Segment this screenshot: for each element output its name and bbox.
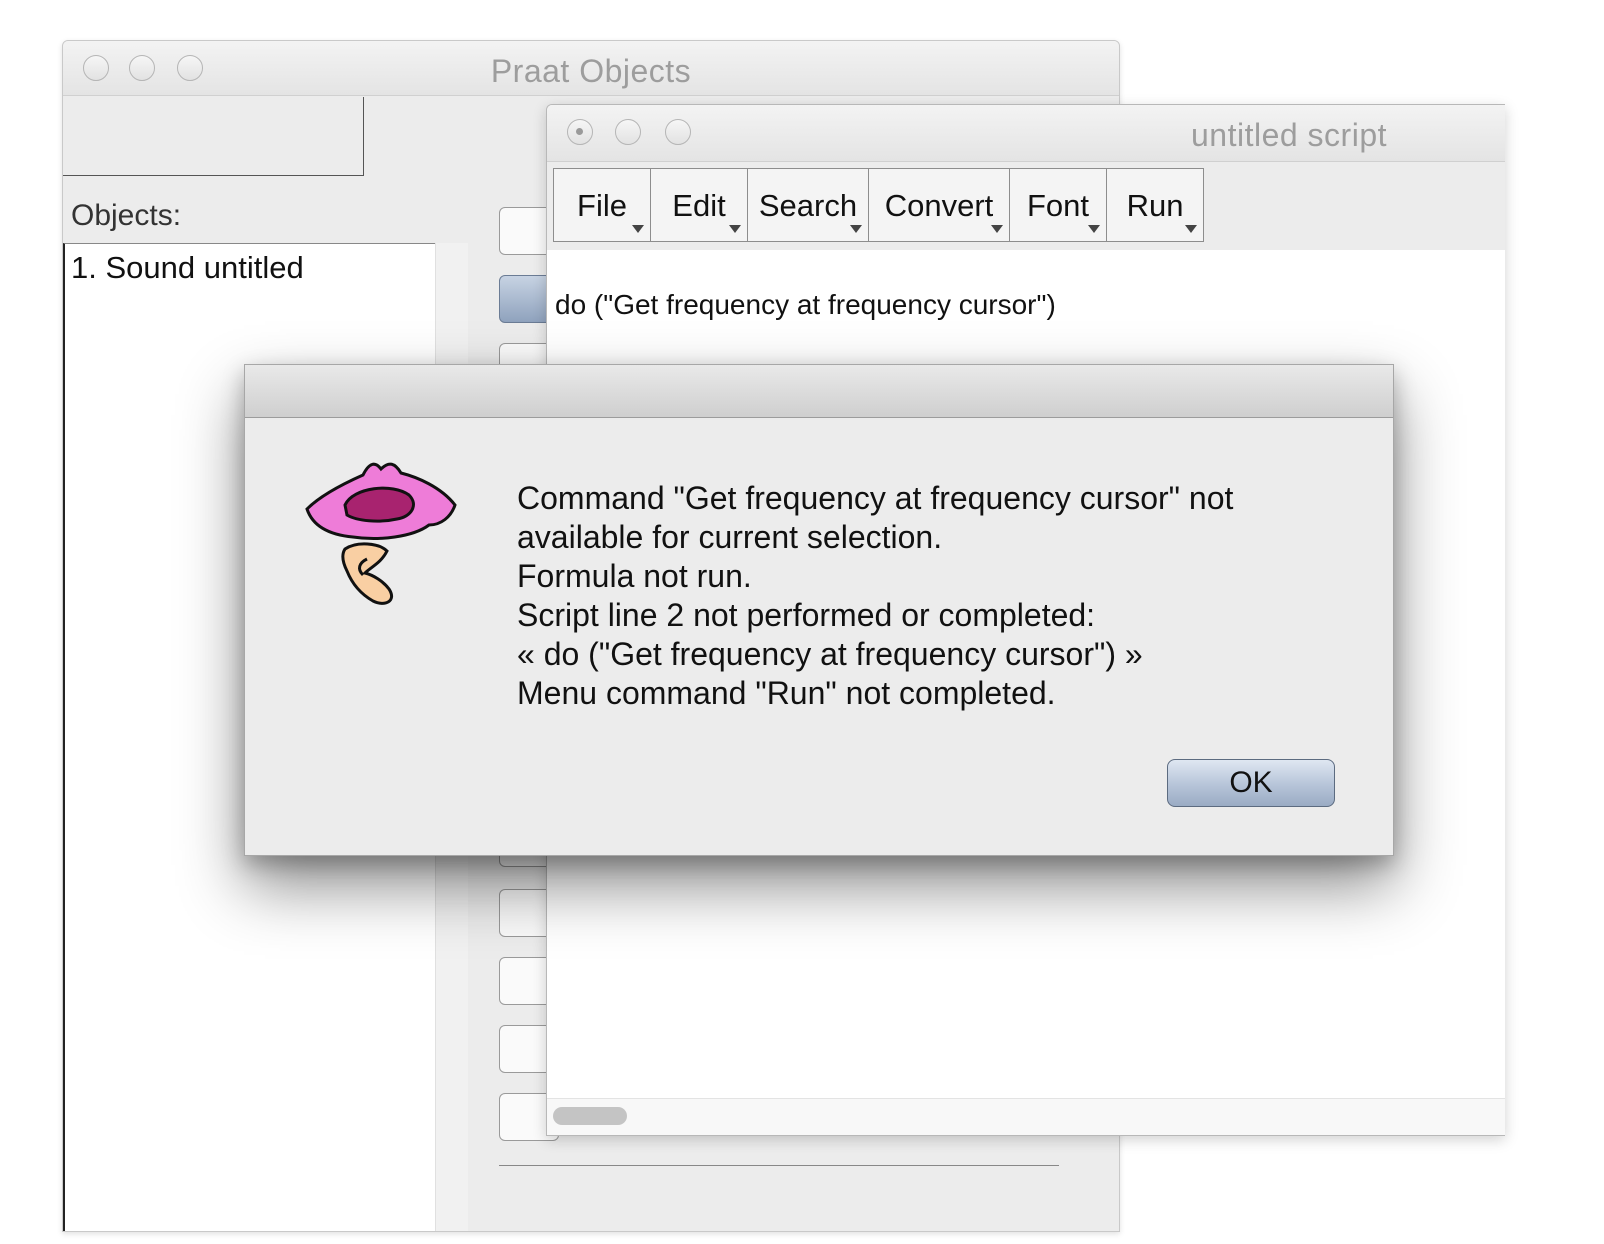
menu-file[interactable]: File: [553, 168, 651, 242]
ok-button[interactable]: OK: [1167, 759, 1335, 807]
dropdown-arrow-icon: [850, 225, 862, 233]
message-line: Command "Get frequency at frequency curs…: [517, 480, 1234, 516]
desktop: Praat Objects Objects: 1. Sound untitled…: [0, 0, 1604, 1244]
divider: [499, 1165, 1059, 1166]
menu-font[interactable]: Font: [1009, 168, 1107, 242]
window-title: Praat Objects: [490, 53, 692, 89]
menu-edit[interactable]: Edit: [650, 168, 748, 242]
dropdown-arrow-icon: [991, 225, 1003, 233]
menu-run[interactable]: Run: [1106, 168, 1204, 242]
message-line: available for current selection.: [517, 519, 943, 555]
dropdown-arrow-icon: [1185, 225, 1197, 233]
zoom-button[interactable]: [665, 119, 691, 145]
dialog-titlebar[interactable]: [245, 365, 1393, 418]
menu-label: Font: [1026, 188, 1090, 223]
dropdown-arrow-icon: [729, 225, 741, 233]
praat-top-panel: [63, 97, 364, 176]
script-editor-line[interactable]: do ("Get frequency at frequency cursor"): [555, 289, 1056, 321]
window-title: untitled script: [1190, 117, 1387, 153]
scrollbar-thumb[interactable]: [553, 1107, 627, 1125]
menu-convert[interactable]: Convert: [868, 168, 1010, 242]
dropdown-arrow-icon: [632, 225, 644, 233]
menu-label: Edit: [672, 188, 726, 223]
error-dialog: Command "Get frequency at frequency curs…: [244, 364, 1394, 856]
close-button[interactable]: [567, 119, 593, 145]
script-menubar: File Edit Search Convert Font Run: [547, 162, 1505, 250]
message-line: Script line 2 not performed or completed…: [517, 597, 1096, 633]
objects-label: Objects:: [71, 199, 182, 232]
message-line: « do ("Get frequency at frequency cursor…: [517, 636, 1143, 672]
menu-label: Search: [758, 188, 858, 223]
horizontal-scrollbar[interactable]: [547, 1098, 1505, 1135]
menu-search[interactable]: Search: [747, 168, 869, 242]
list-item[interactable]: 1. Sound untitled: [71, 250, 304, 286]
dropdown-arrow-icon: [1088, 225, 1100, 233]
praat-objects-titlebar[interactable]: Praat Objects: [63, 41, 1119, 96]
menu-label: File: [577, 188, 627, 223]
message-line: Formula not run.: [517, 558, 752, 594]
error-message: Command "Get frequency at frequency curs…: [517, 479, 1337, 713]
minimize-button[interactable]: [615, 119, 641, 145]
menu-label: Run: [1126, 188, 1184, 223]
praat-mouth-ear-icon: [305, 462, 457, 605]
menu-label: Convert: [884, 188, 994, 223]
message-line: Menu command "Run" not completed.: [517, 675, 1056, 711]
script-titlebar[interactable]: untitled script: [547, 105, 1505, 162]
